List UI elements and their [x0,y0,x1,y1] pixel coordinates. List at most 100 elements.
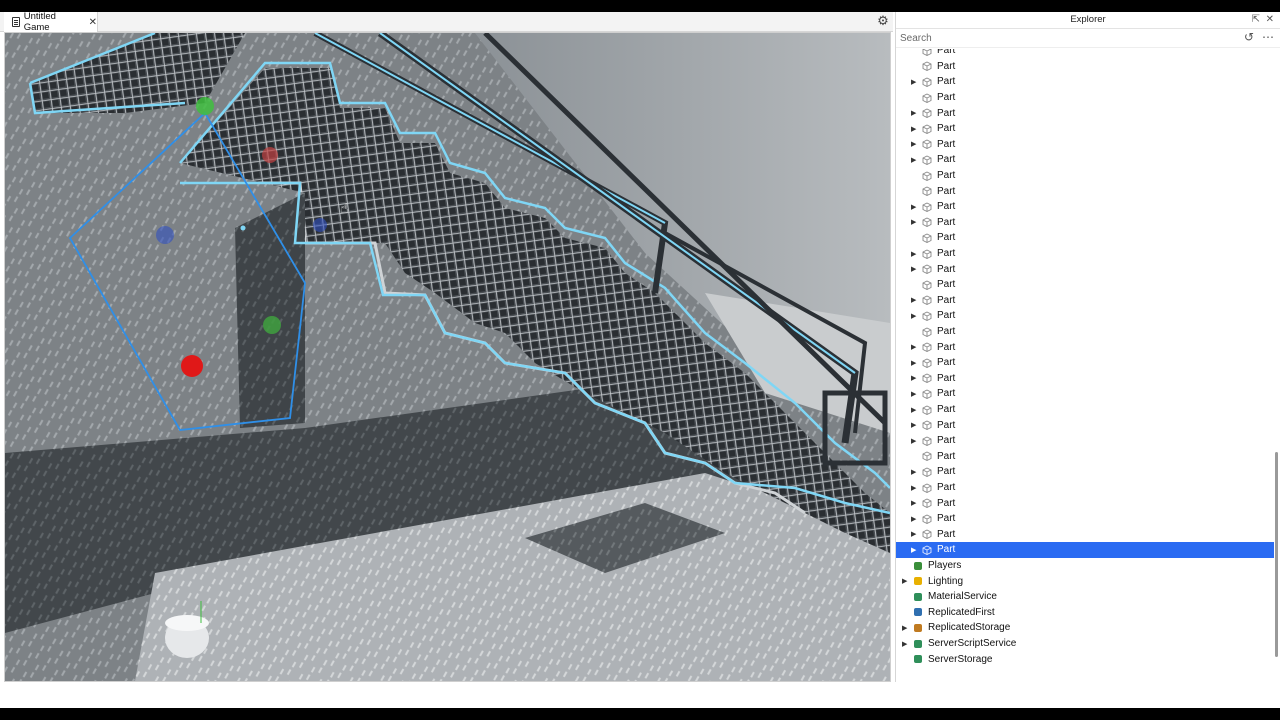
part-icon [922,139,932,150]
tree-item-part[interactable]: ▶ Part [896,527,1274,543]
expand-arrow-icon[interactable]: ▶ [911,265,916,273]
expand-arrow-icon[interactable]: ▶ [911,530,916,538]
tree-item-part[interactable]: ▶ Part [896,121,1274,137]
expand-arrow-icon[interactable]: ▶ [911,484,916,492]
tree-item-label: Part [937,154,956,166]
expand-arrow-icon[interactable]: ▶ [911,140,916,148]
tree-item-part[interactable]: ▶ Part [896,246,1274,262]
tree-item-label: MaterialService [928,591,997,603]
expand-arrow-icon[interactable]: ▶ [911,437,916,445]
tree-item-part[interactable]: Part [896,59,1274,75]
tree-item-label: Part [937,123,956,135]
part-icon [922,373,932,384]
expand-arrow-icon[interactable]: ▶ [911,218,916,226]
undock-icon[interactable]: ⇱ [1252,12,1260,28]
tree-item-part[interactable]: ▶ Part [896,152,1274,168]
tree-item-part[interactable]: ▶ Part [896,215,1274,231]
replicated-storage-icon [913,623,923,633]
part-icon [922,405,932,415]
tree-item-part[interactable]: ▶ Part [896,495,1274,511]
expand-arrow-icon[interactable]: ▶ [902,624,907,632]
expand-arrow-icon[interactable]: ▶ [911,343,916,351]
tree-item-part[interactable]: ▶ Part [896,137,1274,153]
part-icon [922,264,932,275]
search-input[interactable] [900,31,1230,46]
gear-icon[interactable]: ⚙ [876,14,890,28]
tree-item-part[interactable]: Part [896,277,1274,293]
expand-arrow-icon[interactable]: ▶ [911,156,916,164]
expand-arrow-icon[interactable]: ▶ [911,109,916,117]
tree-item-part[interactable]: ▶ Part [896,433,1274,449]
tab-untitled-game[interactable]: Untitled Game ✕ [4,11,98,33]
tree-item-replicatedfirst[interactable]: ReplicatedFirst [896,605,1274,621]
expand-arrow-icon[interactable]: ▶ [911,390,916,398]
tree-item-part[interactable]: ▶ Part [896,417,1274,433]
expand-arrow-icon[interactable]: ▶ [911,312,916,320]
expand-arrow-icon[interactable]: ▶ [911,406,916,414]
expand-arrow-icon[interactable]: ▶ [911,359,916,367]
more-options-icon[interactable]: ⋯ [1262,30,1274,44]
close-icon[interactable]: ✕ [1266,12,1274,28]
part-icon [922,342,932,353]
tree-item-part[interactable]: Part [896,324,1274,340]
tree-item-serverscriptservice[interactable]: ▶ ServerScriptService [896,636,1274,652]
tree-item-part-selected[interactable]: ▶ Part [896,542,1274,558]
tree-item-part[interactable]: ▶ Part [896,105,1274,121]
expand-arrow-icon[interactable]: ▶ [911,499,916,507]
3d-viewport[interactable]: ☝ [4,32,891,682]
tree-item-label: Part [937,372,956,384]
tree-item-part[interactable]: Part [896,183,1274,199]
expand-arrow-icon[interactable]: ▶ [911,203,916,211]
tree-item-part[interactable]: ▶ Part [896,293,1274,309]
tree-item-part[interactable]: Part [896,168,1274,184]
tree-item-label: Part [937,528,956,540]
expand-arrow-icon[interactable]: ▶ [911,78,916,86]
close-icon[interactable]: ✕ [89,17,97,28]
tree-item-part[interactable]: ▶ Part [896,74,1274,90]
expand-arrow-icon[interactable]: ▶ [911,421,916,429]
scrollbar[interactable] [1275,452,1278,657]
expand-arrow-icon[interactable]: ▶ [911,125,916,133]
tree-item-part[interactable]: ▶ Part [896,371,1274,387]
tree-item-label: Part [937,388,956,400]
expand-arrow-icon[interactable]: ▶ [911,374,916,382]
expand-arrow-icon[interactable]: ▶ [911,296,916,304]
expand-arrow-icon[interactable]: ▶ [911,515,916,523]
tree-item-label: ServerScriptService [928,638,1017,650]
tree-item-label: Lighting [928,575,964,587]
tree-item-part[interactable]: Part [896,230,1274,246]
part-icon [922,311,932,321]
tree-item-label: Part [937,138,956,150]
part-icon [922,451,932,462]
expand-arrow-icon[interactable]: ▶ [911,468,916,476]
tree-item-players[interactable]: Players [896,558,1274,574]
tree-item-label: Part [937,419,956,431]
tree-item-label: Part [937,341,956,353]
tree-item-part[interactable]: ▶ Part [896,464,1274,480]
explorer-panel: Explorer ⇱ ✕ ↺ ⋯ PartPart▶PartPart▶Part▶… [895,12,1280,682]
tree-item-part[interactable]: ▶ Part [896,339,1274,355]
tree-item-materialservice[interactable]: MaterialService [896,589,1274,605]
tree-item-part[interactable]: ▶ Part [896,480,1274,496]
tree-item-part[interactable]: ▶ Part [896,402,1274,418]
tree-item-part[interactable]: Part [896,449,1274,465]
history-icon[interactable]: ↺ [1244,30,1254,44]
tree-item-lighting[interactable]: ▶ Lighting [896,573,1274,589]
expand-arrow-icon[interactable]: ▶ [902,640,907,648]
tree-item-label: Players [928,560,962,572]
tree-item-part[interactable]: Part [896,90,1274,106]
tree-item-part[interactable]: ▶ Part [896,308,1274,324]
tree-item-part[interactable]: ▶ Part [896,261,1274,277]
expand-arrow-icon[interactable]: ▶ [911,546,916,554]
tree-item-part[interactable]: Part [896,49,1274,59]
tree-item-part[interactable]: ▶ Part [896,199,1274,215]
tree-item-label: Part [937,170,956,182]
expand-arrow-icon[interactable]: ▶ [902,577,907,585]
tree-item-part[interactable]: ▶ Part [896,511,1274,527]
tree-item-part[interactable]: ▶ Part [896,386,1274,402]
tree-item-serverstorage[interactable]: ServerStorage [896,651,1274,667]
explorer-tree: Part Part ▶ Part Part ▶ Part ▶ Part ▶ Part ▶ Part Par… [896,49,1274,682]
tree-item-replicatedstorage[interactable]: ▶ ReplicatedStorage [896,620,1274,636]
tree-item-part[interactable]: ▶ Part [896,355,1274,371]
expand-arrow-icon[interactable]: ▶ [911,250,916,258]
